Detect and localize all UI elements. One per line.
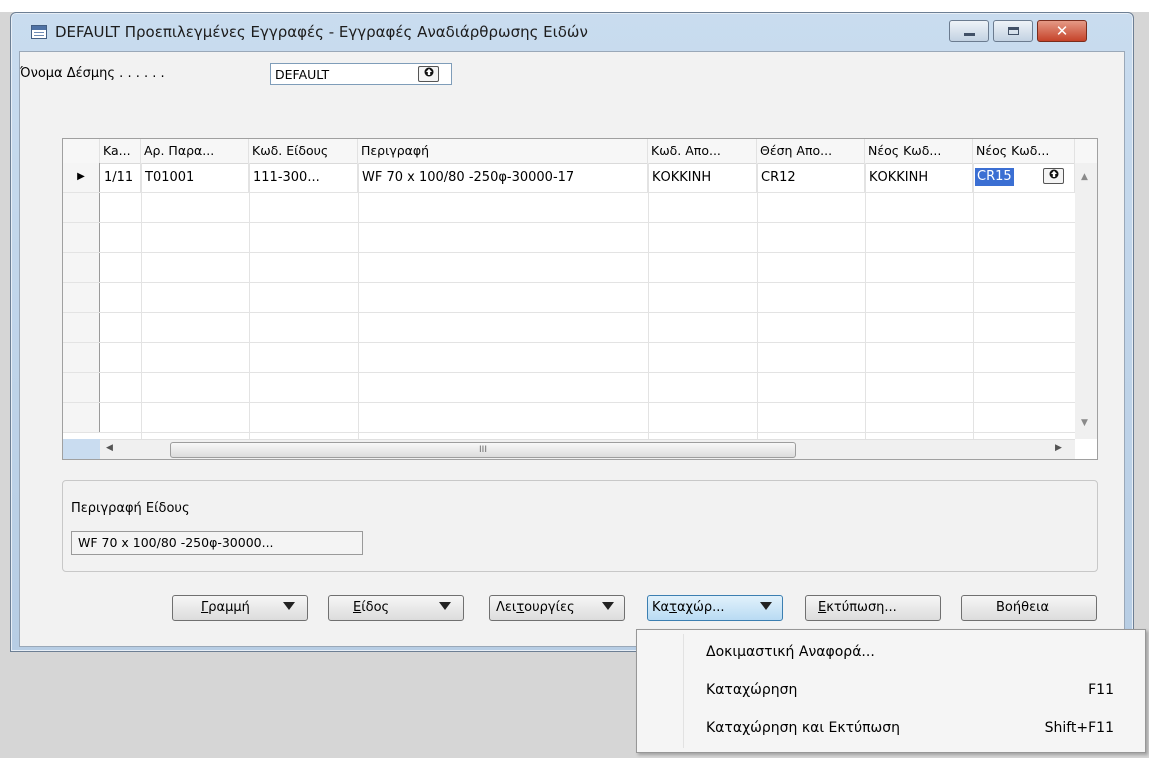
cell-new-bin-code[interactable]: CR15: [973, 163, 1075, 192]
column-header-item-no[interactable]: Κωδ. Είδους: [249, 139, 358, 163]
lookup-arrow-icon: [424, 67, 433, 77]
row-selector[interactable]: [63, 253, 100, 282]
column-header-document-no[interactable]: Αρ. Παρα...: [141, 139, 249, 163]
print-button[interactable]: Εκτύπωση...: [805, 595, 941, 621]
row-selector[interactable]: [63, 283, 100, 312]
row-selector[interactable]: [63, 193, 100, 222]
line-menu-button[interactable]: Γραμμή: [172, 595, 308, 621]
grid-corner: [63, 439, 100, 459]
title-bar[interactable]: DEFAULT Προεπιλεγμένες Εγγραφές - Εγγραφ…: [11, 13, 1133, 51]
functions-menu-button[interactable]: Λειτουργίες: [489, 595, 625, 621]
horizontal-scrollbar[interactable]: ◀ III ▶: [100, 439, 1075, 459]
menu-item-post[interactable]: Καταχώρηση F11: [640, 674, 1142, 708]
menu-item-label: Καταχώρηση και Εκτύπωση: [706, 720, 901, 736]
journal-lines-grid: Ka... Αρ. Παρα... Κωδ. Είδους Περιγραφή …: [62, 138, 1098, 460]
lookup-arrow-icon: [1049, 169, 1058, 179]
maximize-icon: [1008, 27, 1019, 35]
window-title: DEFAULT Προεπιλεγμένες Εγγραφές - Εγγραφ…: [55, 23, 588, 41]
functions-button-label: Λειτουργίες: [496, 600, 575, 615]
cell-date[interactable]: 1/11: [100, 163, 141, 192]
table-row-empty[interactable]: [63, 313, 1075, 343]
menu-item-shortcut: Shift+F11: [1044, 720, 1114, 736]
form-body: Όνομα Δέσμης . . . . . . DEFAULT Ka... Α…: [19, 51, 1125, 647]
posting-menu-button[interactable]: Καταχώρ...: [647, 595, 783, 621]
item-button-label: Είδος: [353, 600, 390, 615]
batch-name-field[interactable]: DEFAULT: [270, 63, 452, 85]
menu-item-shortcut: F11: [1088, 682, 1114, 698]
table-row-empty[interactable]: [63, 283, 1075, 313]
close-button[interactable]: ✕: [1037, 20, 1087, 42]
horizontal-scroll-thumb[interactable]: III: [170, 442, 796, 458]
caret-down-icon: [760, 602, 772, 610]
item-description-field: WF 70 x 100/80 -250φ-30000...: [71, 531, 363, 555]
menu-item-label: Καταχώρηση: [706, 682, 798, 698]
row-selector[interactable]: [63, 343, 100, 372]
item-description-label: Περιγραφή Είδους: [71, 501, 190, 516]
scroll-down-icon[interactable]: ▼: [1081, 418, 1088, 428]
print-button-label: Εκτύπωση...: [818, 600, 897, 615]
table-row-empty[interactable]: [63, 223, 1075, 253]
column-header-location-code[interactable]: Κωδ. Απο...: [648, 139, 757, 163]
table-row-empty[interactable]: [63, 253, 1075, 283]
table-row-empty[interactable]: [63, 193, 1075, 223]
menu-item-post-and-print[interactable]: Καταχώρηση και Εκτύπωση Shift+F11: [640, 712, 1142, 746]
row-selector-current[interactable]: ▶: [63, 163, 100, 192]
scroll-up-icon[interactable]: ▲: [1081, 172, 1088, 182]
cell-document-no[interactable]: T01001: [141, 163, 249, 192]
row-selector[interactable]: [63, 313, 100, 342]
column-header-description[interactable]: Περιγραφή: [358, 139, 648, 163]
column-header-date[interactable]: Ka...: [100, 139, 141, 163]
desktop-background: [0, 0, 1149, 12]
table-row-empty[interactable]: [63, 373, 1075, 403]
grid-header: Ka... Αρ. Παρα... Κωδ. Είδους Περιγραφή …: [63, 139, 1097, 164]
column-header-bin-code[interactable]: Θέση Απο...: [757, 139, 865, 163]
posting-dropdown-menu: Δοκιμαστική Αναφορά... Καταχώρηση F11 Κα…: [636, 629, 1146, 753]
new-bin-lookup-button[interactable]: [1043, 168, 1064, 184]
minimize-icon: [964, 33, 975, 36]
scroll-right-icon[interactable]: ▶: [1055, 443, 1062, 453]
caret-down-icon: [602, 602, 614, 610]
column-header-new-bin-code[interactable]: Νέος Κωδ...: [973, 139, 1075, 163]
line-button-label: Γραμμή: [201, 600, 250, 615]
cell-location-code[interactable]: ΚΟΚΚΙΝΗ: [648, 163, 757, 192]
reclass-journal-window: DEFAULT Προεπιλεγμένες Εγγραφές - Εγγραφ…: [10, 12, 1134, 652]
cell-new-location-code[interactable]: ΚΟΚΚΙΝΗ: [865, 163, 973, 192]
vertical-scrollbar[interactable]: ▲ ▼: [1075, 163, 1097, 439]
item-menu-button[interactable]: Είδος: [328, 595, 464, 621]
batch-name-label: Όνομα Δέσμης . . . . . .: [20, 66, 165, 81]
help-button[interactable]: Βοήθεια: [961, 595, 1097, 621]
column-header-new-location-code[interactable]: Νέος Κωδ...: [865, 139, 973, 163]
caret-down-icon: [283, 602, 295, 610]
help-button-label: Βοήθεια: [996, 600, 1050, 615]
table-row-empty[interactable]: [63, 403, 1075, 433]
table-row-empty[interactable]: [63, 343, 1075, 373]
table-row[interactable]: ▶ 1/11 T01001 111-300... WF 70 x 100/80 …: [63, 163, 1075, 193]
cell-item-no[interactable]: 111-300...: [249, 163, 358, 192]
batch-lookup-button[interactable]: [418, 66, 439, 82]
menu-item-label: Δοκιμαστική Αναφορά...: [706, 644, 875, 660]
row-selector[interactable]: [63, 223, 100, 252]
item-description-panel: Περιγραφή Είδους WF 70 x 100/80 -250φ-30…: [62, 480, 1098, 572]
caret-down-icon: [439, 602, 451, 610]
header-selector: [63, 139, 100, 163]
maximize-button[interactable]: [993, 20, 1033, 42]
menu-item-test-report[interactable]: Δοκιμαστική Αναφορά...: [640, 636, 1142, 670]
posting-button-label: Καταχώρ...: [652, 600, 725, 615]
scroll-left-icon[interactable]: ◀: [106, 443, 113, 453]
minimize-button[interactable]: [949, 20, 989, 42]
row-selector[interactable]: [63, 403, 100, 432]
close-icon: ✕: [1055, 22, 1069, 40]
batch-name-value: DEFAULT: [275, 67, 330, 82]
row-selector[interactable]: [63, 373, 100, 402]
window-grid-icon: [31, 25, 47, 39]
new-bin-code-editor[interactable]: CR15: [975, 168, 1014, 186]
cell-description[interactable]: WF 70 x 100/80 -250φ-30000-17: [358, 163, 648, 192]
cell-bin-code[interactable]: CR12: [757, 163, 865, 192]
